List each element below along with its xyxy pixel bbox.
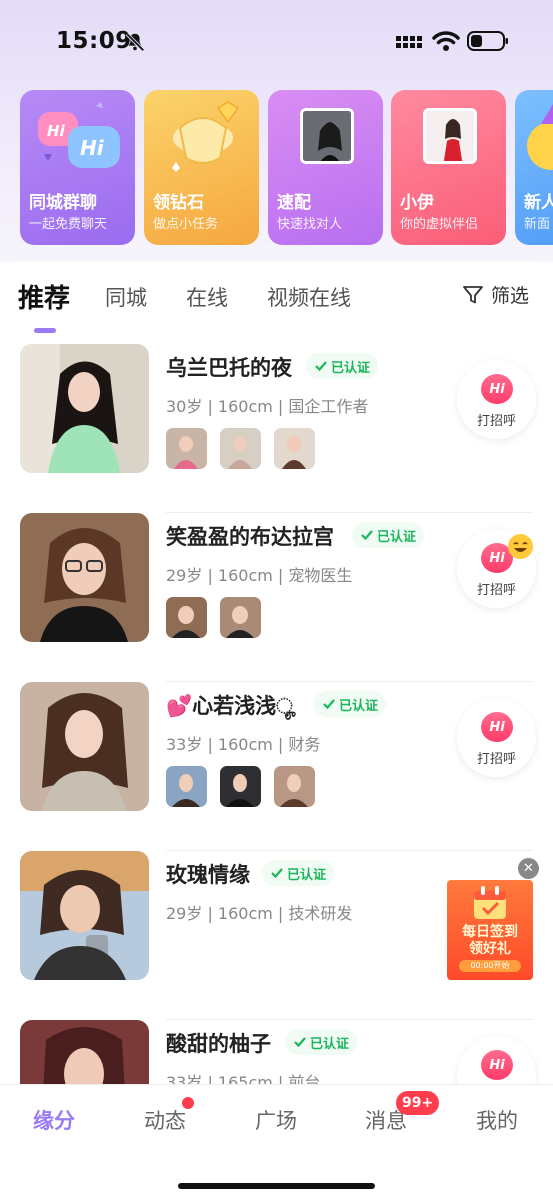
photo-thumb[interactable]: [166, 766, 207, 807]
svg-text:Hi: Hi: [47, 122, 66, 140]
avatar[interactable]: [20, 513, 149, 642]
photo-thumb[interactable]: [220, 766, 261, 807]
photo-thumb[interactable]: [274, 428, 315, 469]
card-group-chat[interactable]: Hi Hi 同城群聊 一起免费聊天: [20, 90, 135, 245]
feature-cards: Hi Hi 同城群聊 一起免费聊天 领钻石 做点小任务 速配 快速找对人 小伊 …: [20, 90, 553, 246]
status-time: 15:09: [56, 28, 132, 54]
user-name: 酸甜的柚子: [166, 1032, 271, 1056]
user-name: 💕心若浅浅ೄ: [166, 694, 297, 718]
promo-subtitle: 00:00开始: [459, 960, 521, 972]
list-item[interactable]: 乌兰巴托的夜 已认证 30岁 | 160cm | 国企工作者 Hi 打招呼: [0, 344, 553, 513]
promo-title: 每日签到 领好礼: [462, 924, 518, 957]
card-diamond[interactable]: 领钻石 做点小任务: [144, 90, 259, 245]
verified-badge: 已认证: [352, 522, 425, 548]
verified-badge: 已认证: [262, 860, 335, 886]
check-icon: [361, 530, 373, 541]
card-title: 领钻石: [153, 193, 204, 213]
photo-thumb[interactable]: [220, 428, 261, 469]
card-title: 速配: [277, 193, 311, 213]
tab-recommend[interactable]: 推荐: [18, 278, 70, 315]
user-meta: 29岁 | 160cm | 技术研发: [166, 904, 353, 923]
tab-active-indicator: [34, 328, 56, 333]
card-subtitle: 一起免费聊天: [29, 217, 108, 232]
nav-me[interactable]: 我的: [476, 1105, 518, 1135]
hi-icon: Hi: [481, 712, 513, 742]
say-hi-button[interactable]: Hi 打招呼: [457, 360, 536, 439]
card-subtitle: 新面: [524, 217, 551, 232]
card-title: 同城群聊: [29, 193, 97, 213]
user-meta: 29岁 | 160cm | 宠物医生: [166, 566, 353, 585]
user-meta: 30岁 | 160cm | 国企工作者: [166, 397, 369, 416]
photo-thumb[interactable]: [220, 597, 261, 638]
signal-icon: [396, 36, 422, 48]
photo-thumb[interactable]: [166, 597, 207, 638]
card-subtitle: 做点小任务: [153, 217, 219, 232]
filter-label: 筛选: [490, 285, 529, 307]
daily-checkin-promo[interactable]: 每日签到 领好礼 00:00开始: [447, 880, 533, 980]
card-quick-match[interactable]: 速配 快速找对人: [268, 90, 383, 245]
verified-badge: 已认证: [314, 691, 387, 717]
say-hi-button[interactable]: Hi 打招呼: [457, 698, 536, 777]
list-item[interactable]: 笑盈盈的布达拉宫 已认证 29岁 | 160cm | 宠物医生 Hi 打招呼: [0, 513, 553, 682]
say-hi-label: 打招呼: [476, 414, 516, 429]
tab-video-online[interactable]: 视频在线: [267, 282, 351, 312]
avatar[interactable]: [20, 344, 149, 473]
messages-badge: 99+: [396, 1091, 440, 1115]
check-icon: [294, 1037, 306, 1048]
laughing-emoji-icon: [508, 534, 533, 559]
filter-button[interactable]: 筛选: [461, 281, 529, 308]
verified-badge: 已认证: [285, 1029, 358, 1055]
battery-icon: [467, 31, 508, 51]
tab-bar: 推荐 同城 在线 视频在线 筛选: [0, 278, 553, 333]
user-name: 笑盈盈的布达拉宫: [166, 525, 334, 549]
nav-square[interactable]: 广场: [255, 1105, 297, 1135]
card-virtual-companion[interactable]: 小伊 你的虚拟伴侣: [391, 90, 506, 245]
list-item[interactable]: 酸甜的柚子 已认证 33岁 | 165cm | 前台 Hi 打招呼: [0, 1020, 553, 1084]
bottom-nav: 缘分 动态 广场 消息 99+ 我的: [0, 1084, 553, 1200]
hi-icon: Hi: [481, 1050, 513, 1080]
card-title: 新人: [524, 193, 553, 213]
match-photo: [300, 108, 354, 164]
card-newcomer[interactable]: 新人 新面: [515, 90, 553, 245]
bell-muted-icon: [125, 32, 145, 52]
avatar[interactable]: [20, 851, 149, 980]
photo-thumb[interactable]: [274, 766, 315, 807]
check-icon: [315, 361, 327, 372]
status-bar: 15:09: [0, 0, 553, 80]
home-indicator: [178, 1183, 375, 1189]
avatar[interactable]: [20, 682, 149, 811]
verified-badge: 已认证: [306, 353, 379, 379]
say-hi-label: 打招呼: [476, 752, 516, 767]
feed-dot: [182, 1097, 194, 1109]
hi-icon: Hi: [481, 374, 513, 404]
say-hi-label: 打招呼: [476, 583, 516, 598]
tab-same-city[interactable]: 同城: [105, 282, 147, 312]
card-subtitle: 你的虚拟伴侣: [400, 217, 479, 232]
check-icon: [323, 699, 335, 710]
user-meta: 33岁 | 160cm | 财务: [166, 735, 321, 754]
gift-diamond-icon: [172, 101, 240, 172]
photo-thumb[interactable]: [166, 428, 207, 469]
svg-text:Hi: Hi: [80, 136, 105, 160]
companion-photo: [423, 108, 477, 164]
nav-match[interactable]: 缘分: [33, 1105, 75, 1135]
hi-bubbles-icon: Hi Hi: [38, 102, 120, 168]
wifi-icon: [432, 31, 460, 51]
say-hi-button[interactable]: Hi 打招呼: [457, 1036, 536, 1084]
user-name: 玫瑰情缘: [166, 863, 250, 887]
card-subtitle: 快速找对人: [277, 217, 343, 232]
list-item[interactable]: 💕心若浅浅ೄ 已认证 33岁 | 160cm | 财务 Hi 打招呼: [0, 682, 553, 851]
promo-close-icon[interactable]: ✕: [518, 858, 539, 879]
calendar-gift-icon: [474, 886, 506, 919]
user-name: 乌兰巴托的夜: [166, 356, 292, 380]
card-title: 小伊: [400, 193, 434, 213]
user-meta: 33岁 | 165cm | 前台: [166, 1073, 321, 1084]
avatar[interactable]: [20, 1020, 149, 1084]
filter-icon: [463, 285, 483, 303]
check-icon: [271, 868, 283, 879]
party-emoji-icon: [527, 104, 553, 170]
tab-online[interactable]: 在线: [186, 282, 228, 312]
nav-feed[interactable]: 动态: [144, 1105, 186, 1135]
